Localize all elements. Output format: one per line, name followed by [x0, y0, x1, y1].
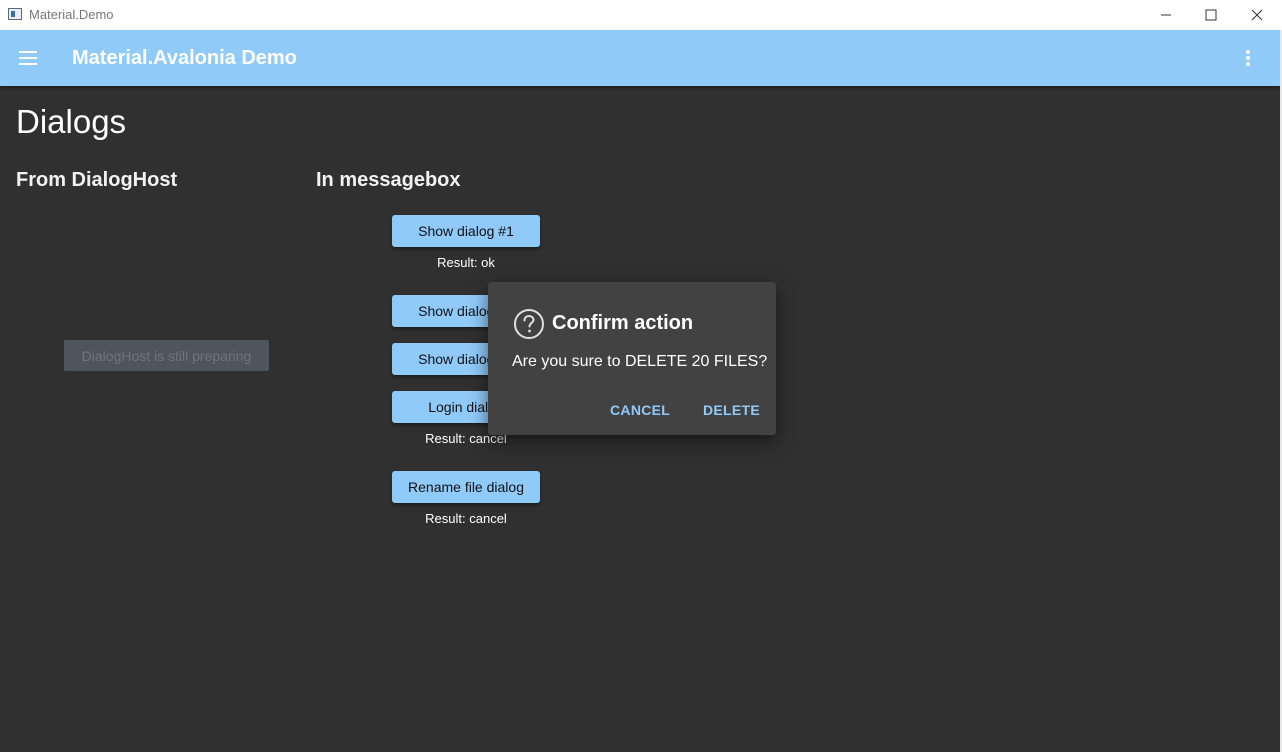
show-dialog-1-button[interactable]: Show dialog #1: [392, 215, 540, 247]
minimize-button[interactable]: [1143, 0, 1189, 30]
app-title: Material.Avalonia Demo: [72, 47, 297, 69]
dialoghost-preparing-button: DialogHost is still preparing: [64, 340, 269, 371]
maximize-button[interactable]: [1188, 0, 1234, 30]
dialog-message: Are you sure to DELETE 20 FILES?: [512, 353, 768, 370]
rename-dialog-result: Result: cancel: [425, 511, 507, 526]
close-icon: [1251, 9, 1263, 21]
dialog-cancel-button[interactable]: CANCEL: [610, 402, 670, 418]
app-bar: Material.Avalonia Demo: [0, 30, 1280, 86]
dialog-title: Confirm action: [552, 312, 694, 334]
section-title-dialoghost: From DialogHost: [16, 169, 178, 191]
confirm-dialog: Confirm action Are you sure to DELETE 20…: [488, 282, 776, 435]
window-title: Material.Demo: [29, 7, 114, 22]
section-title-messagebox: In messagebox: [316, 169, 461, 191]
hamburger-menu-icon[interactable]: [16, 46, 40, 70]
page-title: Dialogs: [16, 103, 127, 140]
window-titlebar: Material.Demo: [0, 0, 1282, 30]
help-circle-icon: [514, 309, 544, 339]
dialog-delete-button[interactable]: DELETE: [703, 402, 760, 418]
dialog-1-result: Result: ok: [437, 255, 495, 270]
app-window-icon: [8, 8, 22, 20]
minimize-icon: [1161, 14, 1171, 16]
close-button[interactable]: [1234, 0, 1280, 30]
more-vertical-icon[interactable]: [1236, 46, 1260, 70]
maximize-icon: [1205, 9, 1217, 21]
rename-file-dialog-button[interactable]: Rename file dialog: [392, 471, 540, 503]
